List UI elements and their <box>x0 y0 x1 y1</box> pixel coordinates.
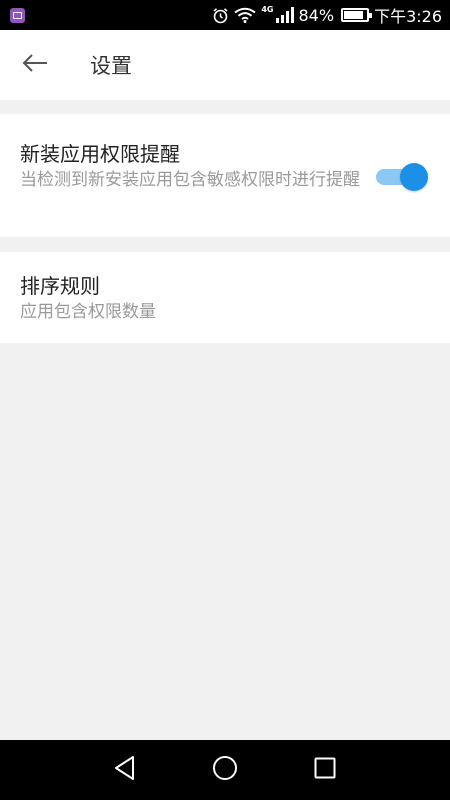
setting-title: 排序规则 <box>20 274 100 298</box>
setting-title: 新装应用权限提醒 <box>20 142 180 166</box>
setting-new-app-permission-reminder[interactable]: 新装应用权限提醒 当检测到新安装应用包含敏感权限时进行提醒 <box>0 114 450 237</box>
home-circle-icon <box>212 755 238 785</box>
back-button[interactable] <box>0 30 70 100</box>
setting-value: 应用包含权限数量 <box>20 302 156 322</box>
battery-percent: 84% <box>298 5 335 25</box>
network-type-label: 4G <box>261 4 274 14</box>
recents-square-icon <box>314 757 336 783</box>
alarm-icon <box>212 7 229 24</box>
nav-home-button[interactable] <box>206 751 244 789</box>
navigation-bar <box>0 740 450 800</box>
setting-description: 当检测到新安装应用包含敏感权限时进行提醒 <box>20 170 360 190</box>
toggle-thumb <box>400 163 428 191</box>
gallery-notification-icon <box>10 7 25 23</box>
signal-icon <box>275 7 294 23</box>
wifi-icon <box>234 7 256 23</box>
back-triangle-icon <box>113 755 137 785</box>
status-bar: 4G 84% 下午3:26 <box>0 0 450 30</box>
battery-icon <box>341 8 373 22</box>
setting-sort-rule[interactable]: 排序规则 应用包含权限数量 <box>0 252 450 343</box>
nav-back-button[interactable] <box>106 751 144 789</box>
title-bar: 设置 <box>0 30 450 100</box>
status-time: 下午3:26 <box>374 7 442 26</box>
arrow-left-icon <box>22 53 48 77</box>
page-title: 设置 <box>90 54 132 78</box>
permission-reminder-toggle[interactable] <box>376 163 428 191</box>
nav-recents-button[interactable] <box>306 751 344 789</box>
battery-fill <box>344 11 363 19</box>
